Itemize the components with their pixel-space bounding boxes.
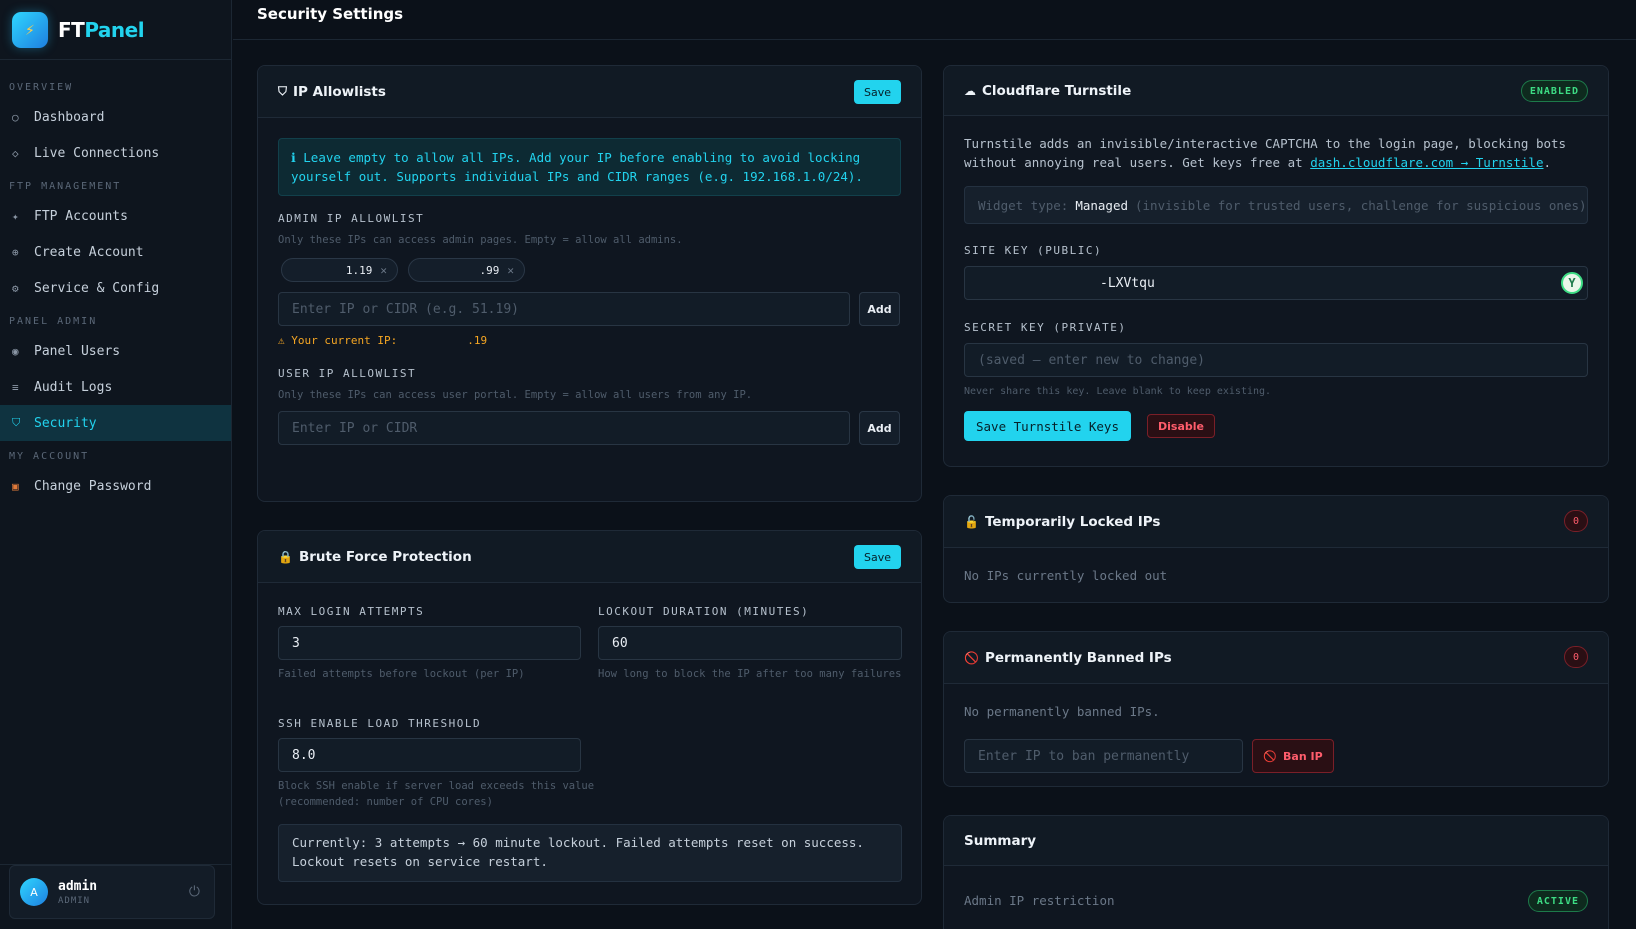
lock-icon: 🔒 bbox=[278, 549, 293, 564]
user-name: admin bbox=[58, 878, 98, 894]
save-turnstile-keys-button[interactable]: Save Turnstile Keys bbox=[964, 411, 1131, 441]
ip-allowlists-card: ⛉ IP Allowlists Save ℹ Leave empty to all… bbox=[257, 65, 922, 502]
brute-force-card: 🔒 Brute Force Protection Save MAX LOGIN A… bbox=[257, 530, 922, 905]
cloud-icon: ☁ bbox=[964, 83, 976, 98]
plus-circle-icon: ⊕ bbox=[12, 245, 19, 259]
ban-ip-button[interactable]: 🚫 Ban IP bbox=[1252, 739, 1334, 773]
sidebar-item-ftp-accounts[interactable]: ✦ FTP Accounts bbox=[0, 198, 231, 234]
banned-ips-card: 🚫 Permanently Banned IPs 0 No permanently… bbox=[943, 631, 1609, 787]
add-user-ip-button[interactable]: Add bbox=[859, 411, 900, 445]
ip-chip: .99 ✕ bbox=[408, 258, 525, 282]
sidebar-item-audit-logs[interactable]: ≡ Audit Logs bbox=[0, 369, 231, 405]
widget-type-box: Widget type: Managed (invisible for truste… bbox=[964, 186, 1588, 224]
gear-icon: ⚙ bbox=[12, 281, 19, 295]
site-key-input[interactable]: -LXVtqu Y bbox=[964, 266, 1588, 300]
ssh-threshold-hint: (recommended: number of CPU cores) bbox=[278, 796, 493, 808]
diamond-icon: ◇ bbox=[12, 146, 19, 160]
lockout-label: LOCKOUT DURATION (MINUTES) bbox=[598, 605, 810, 618]
site-key-label: SITE KEY (PUBLIC) bbox=[964, 244, 1103, 257]
nav-section-ftp-management: FTP MANAGEMENT bbox=[9, 181, 122, 192]
admin-allowlist-hint: Only these IPs can access admin pages. E… bbox=[278, 234, 683, 246]
card-title: Brute Force Protection bbox=[298, 548, 472, 565]
brand-name: FTPanel bbox=[58, 17, 145, 42]
circle-icon: ○ bbox=[12, 110, 19, 124]
power-icon[interactable]: ⏻ bbox=[189, 884, 200, 900]
user-circle-icon: ◉ bbox=[12, 344, 19, 358]
sidebar-item-live-connections[interactable]: ◇ Live Connections bbox=[0, 135, 231, 171]
shield-icon: ⛉ bbox=[12, 416, 21, 429]
briefcase-icon: ▣ bbox=[12, 479, 19, 493]
locked-count-badge: 0 bbox=[1564, 510, 1588, 532]
sidebar-item-service-config[interactable]: ⚙ Service & Config bbox=[0, 270, 231, 306]
ssh-threshold-label: SSH ENABLE LOAD THRESHOLD bbox=[278, 717, 482, 730]
max-login-input[interactable]: 3 bbox=[278, 626, 581, 660]
sidebar-item-panel-users[interactable]: ◉ Panel Users bbox=[0, 333, 231, 369]
brute-force-summary: Currently: 3 attempts → 60 minute lockou… bbox=[278, 824, 902, 882]
page-title: Security Settings bbox=[257, 5, 404, 23]
max-login-label: MAX LOGIN ATTEMPTS bbox=[278, 605, 425, 618]
card-title: IP Allowlists bbox=[293, 83, 386, 100]
nav-section-panel-admin: PANEL ADMIN bbox=[9, 316, 98, 327]
admin-allowlist-label: ADMIN IP ALLOWLIST bbox=[278, 212, 425, 225]
locked-ips-card: 🔓 Temporarily Locked IPs 0 No IPs current… bbox=[943, 495, 1609, 603]
ban-ip-input[interactable]: Enter IP to ban permanently bbox=[964, 739, 1243, 773]
sidebar-item-dashboard[interactable]: ○ Dashboard bbox=[0, 99, 231, 135]
status-badge: ENABLED bbox=[1520, 80, 1588, 102]
info-box: ℹ Leave empty to allow all IPs. Add your… bbox=[278, 138, 901, 196]
secret-key-input[interactable]: (saved — enter new to change) bbox=[964, 343, 1588, 377]
summary-status-badge: ACTIVE bbox=[1527, 890, 1588, 912]
sidebar-item-security[interactable]: ⛉ Security bbox=[0, 405, 231, 441]
summary-card: Summary Admin IP restriction ACTIVE bbox=[943, 815, 1609, 929]
ban-icon: 🚫 bbox=[964, 650, 979, 665]
ssh-threshold-input[interactable]: 8.0 bbox=[278, 738, 581, 772]
lightning-logo-icon: ⚡ bbox=[12, 11, 48, 48]
card-title: Temporarily Locked IPs bbox=[984, 513, 1161, 530]
close-icon[interactable]: ✕ bbox=[507, 264, 514, 277]
lockout-input[interactable]: 60 bbox=[598, 626, 902, 660]
avatar: A bbox=[20, 878, 48, 906]
ban-icon: 🚫 bbox=[1263, 749, 1278, 763]
add-admin-ip-button[interactable]: Add bbox=[859, 292, 900, 326]
nav-section-my-account: MY ACCOUNT bbox=[9, 451, 90, 462]
user-card[interactable]: A admin ADMIN ⏻ bbox=[9, 865, 215, 919]
turnstile-description: Turnstile adds an invisible/interactive … bbox=[964, 136, 1567, 170]
close-icon[interactable]: ✕ bbox=[380, 264, 387, 277]
current-ip: ⚠ Your current IP: .19 bbox=[278, 334, 488, 347]
secret-key-hint: Never share this key. Leave blank to kee… bbox=[964, 386, 1272, 397]
warning-icon: ⚠ bbox=[278, 334, 292, 347]
cloudflare-link[interactable]: dash.cloudflare.com → Turnstile bbox=[1310, 155, 1543, 170]
nav-section-overview: OVERVIEW bbox=[9, 82, 74, 93]
user-role: ADMIN bbox=[58, 895, 91, 906]
topbar: Security Settings bbox=[233, 0, 1636, 40]
shield-icon: ⛉ bbox=[278, 84, 288, 98]
summary-row-label: Admin IP restriction bbox=[964, 893, 1115, 908]
card-title: Permanently Banned IPs bbox=[984, 649, 1172, 666]
max-login-hint: Failed attempts before lockout (per IP) bbox=[278, 668, 525, 680]
card-title: Cloudflare Turnstile bbox=[982, 82, 1132, 99]
banned-empty-text: No permanently banned IPs. bbox=[964, 704, 1160, 719]
user-allowlist-hint: Only these IPs can access user portal. E… bbox=[278, 389, 753, 401]
sidebar: ⚡ FTPanel OVERVIEW ○ Dashboard ◇ Live Conn… bbox=[0, 0, 232, 929]
card-title: Summary bbox=[964, 832, 1037, 849]
star-icon: ✦ bbox=[12, 209, 19, 223]
brand[interactable]: ⚡ FTPanel bbox=[0, 0, 231, 60]
sidebar-item-change-password[interactable]: ▣ Change Password bbox=[0, 468, 231, 504]
save-allowlists-button[interactable]: Save bbox=[853, 80, 901, 104]
ip-chip: 1.19 ✕ bbox=[281, 258, 398, 282]
disable-turnstile-button[interactable]: Disable bbox=[1147, 414, 1215, 438]
user-ip-input[interactable]: Enter IP or CIDR bbox=[278, 411, 850, 445]
save-brute-force-button[interactable]: Save bbox=[853, 545, 901, 569]
key-valid-icon: Y bbox=[1561, 272, 1583, 294]
lockout-hint: How long to block the IP after too many … bbox=[598, 668, 902, 680]
admin-ip-input[interactable]: Enter IP or CIDR (e.g. 51.19) bbox=[278, 292, 850, 326]
unlock-icon: 🔓 bbox=[964, 514, 979, 529]
turnstile-card: ☁ Cloudflare Turnstile ENABLED Turnstile … bbox=[943, 65, 1609, 467]
list-icon: ≡ bbox=[12, 380, 19, 394]
secret-key-label: SECRET KEY (PRIVATE) bbox=[964, 321, 1127, 334]
locked-empty-text: No IPs currently locked out bbox=[964, 568, 1168, 583]
user-allowlist-label: USER IP ALLOWLIST bbox=[278, 367, 417, 380]
ssh-threshold-hint: Block SSH enable if server load exceeds … bbox=[278, 780, 595, 792]
banned-count-badge: 0 bbox=[1564, 646, 1588, 668]
sidebar-item-create-account[interactable]: ⊕ Create Account bbox=[0, 234, 231, 270]
